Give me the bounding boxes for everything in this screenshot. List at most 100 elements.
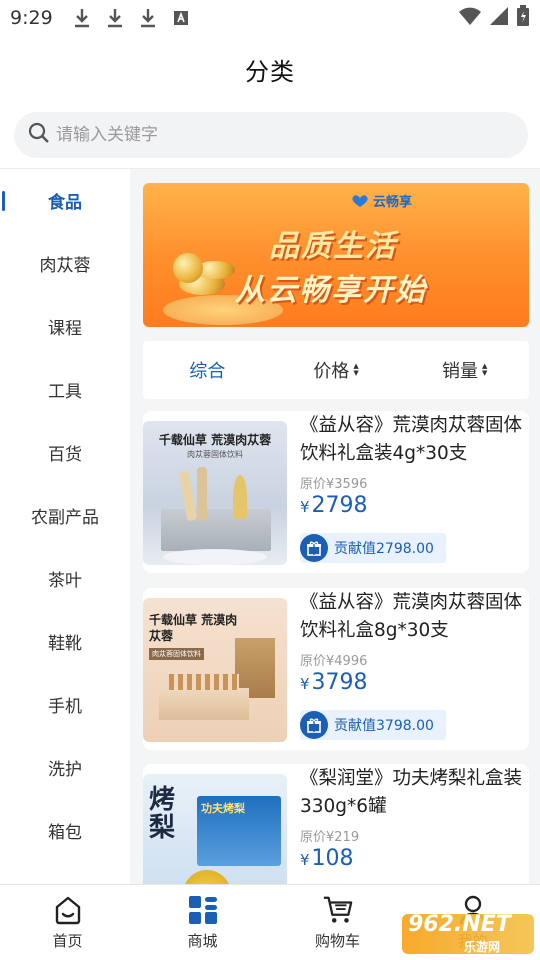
watermark-text: 962.NET: [408, 912, 511, 937]
header: 分类: [0, 36, 540, 102]
pear-can-shape: [183, 870, 231, 884]
search-icon: [28, 122, 50, 148]
image-title: 千载仙草 荒漠肉苁蓉: [149, 613, 238, 643]
nav-mall[interactable]: 商城: [135, 885, 270, 960]
sort-arrows-icon: ▲ ▼: [353, 362, 359, 377]
grid-icon: [187, 894, 219, 926]
product-price: ¥2798: [300, 493, 368, 518]
original-price: 原价¥219: [300, 830, 360, 845]
sidebar-item-general-goods[interactable]: 百货: [0, 421, 130, 484]
sidebar-item-tea[interactable]: 茶叶: [0, 547, 130, 610]
sidebar-item-label: 手机: [48, 697, 82, 717]
home-icon: [52, 894, 84, 926]
page-title: 分类: [245, 57, 295, 86]
gift-icon: [300, 534, 328, 562]
sidebar-item-shoes[interactable]: 鞋靴: [0, 610, 130, 673]
site-watermark: 962.NET 乐游网: [402, 906, 534, 956]
contribution-badge: 贡献值2798.00: [300, 533, 446, 563]
cistanche-top-shape: [233, 475, 247, 519]
category-sidebar: 食品 肉苁蓉 课程 工具 百货 农副产品 茶叶 鞋靴 手机 洗护 箱包: [0, 169, 130, 884]
contribution-value: 贡献值2798.00: [334, 541, 434, 557]
sidebar-item-care[interactable]: 洗护: [0, 736, 130, 799]
price-value: 2798: [311, 493, 368, 518]
download-icon: [137, 7, 159, 29]
sort-arrows-icon: ▲ ▼: [481, 362, 488, 377]
sidebar-item-phones[interactable]: 手机: [0, 673, 130, 736]
currency-symbol: ¥: [300, 675, 310, 693]
signal-icon: [488, 6, 510, 30]
sidebar-item-cistanche[interactable]: 肉苁蓉: [0, 232, 130, 295]
download-icon: [71, 7, 93, 29]
sidebar-item-farm-products[interactable]: 农副产品: [0, 484, 130, 547]
sidebar-item-label: 鞋靴: [48, 634, 82, 654]
image-title: 烤梨: [149, 785, 176, 843]
product-name: 《梨润堂》功夫烤梨礼盒装330g*6罐: [300, 768, 523, 817]
wifi-icon: [458, 6, 482, 30]
currency-symbol: ¥: [300, 851, 310, 869]
sidebar-item-label: 农副产品: [31, 508, 99, 528]
product-image: 千载仙草 荒漠肉苁蓉 肉苁蓉固体饮料: [143, 421, 287, 565]
sidebar-item-label: 工具: [48, 382, 82, 402]
sidebar-item-courses[interactable]: 课程: [0, 295, 130, 358]
nav-home[interactable]: 首页: [0, 885, 135, 960]
sidebar-item-label: 洗护: [48, 760, 82, 780]
search-bar[interactable]: [14, 112, 528, 158]
nav-label: 商城: [187, 932, 218, 950]
sort-comprehensive[interactable]: 综合: [143, 357, 272, 383]
original-price: 原价¥4996: [300, 654, 368, 669]
pedestal-shape: [163, 549, 267, 565]
sort-label: 价格: [313, 361, 350, 382]
sort-sales[interactable]: 销量 ▲ ▼: [400, 357, 529, 383]
price-value: 108: [311, 846, 354, 871]
nav-cart[interactable]: 购物车: [270, 885, 405, 960]
sort-bar: 综合 价格 ▲ ▼ 销量 ▲ ▼: [143, 341, 529, 399]
sidebar-item-label: 食品: [48, 193, 82, 213]
promo-banner[interactable]: 云畅享 品质生活 从云畅享开始: [143, 183, 529, 327]
cistanche-stem-shape: [197, 467, 207, 521]
product-card[interactable]: 千载仙草 荒漠肉苁蓉 肉苁蓉固体饮料 《益从容》荒漠肉苁蓉固体饮料礼盒8g*30…: [143, 588, 529, 750]
search-input[interactable]: [56, 125, 496, 145]
currency-symbol: ¥: [300, 498, 310, 516]
sachets-shape: [169, 674, 239, 690]
image-subtitle: 肉苁蓉固体饮料: [149, 648, 204, 660]
cart-icon: [322, 894, 354, 926]
contribution-badge: 贡献值3798.00: [300, 710, 446, 740]
original-price: 原价¥3596: [300, 477, 368, 492]
gift-icon: [300, 711, 328, 739]
product-price: ¥3798: [300, 670, 368, 695]
download-icon: [104, 7, 126, 29]
sidebar-item-food[interactable]: 食品: [0, 169, 130, 232]
watermark-sub: 乐游网: [464, 940, 501, 954]
sidebar-item-tools[interactable]: 工具: [0, 358, 130, 421]
sidebar-item-label: 课程: [48, 319, 82, 339]
coin-icon: [173, 253, 203, 283]
sort-label: 综合: [189, 361, 226, 382]
gift-box-shape: [161, 509, 271, 551]
sort-label: 销量: [441, 361, 478, 382]
product-card[interactable]: 千载仙草 荒漠肉苁蓉 肉苁蓉固体饮料 《益从容》荒漠肉苁蓉固体饮料礼盒装4g*3…: [143, 411, 529, 573]
sidebar-item-label: 百货: [48, 445, 82, 465]
product-content: 云畅享 品质生活 从云畅享开始 综合 价格 ▲ ▼ 销量 ▲ ▼ 千载仙草 荒漠肉苁…: [130, 169, 540, 884]
contribution-value: 贡献值3798.00: [334, 718, 434, 734]
battery-icon: [516, 5, 530, 31]
sidebar-item-label: 肉苁蓉: [39, 256, 91, 276]
sort-price[interactable]: 价格 ▲ ▼: [272, 357, 401, 383]
banner-headline: 品质生活: [269, 229, 397, 264]
nav-label: 首页: [52, 932, 83, 950]
banner-logo: 云畅享: [351, 191, 412, 210]
font-app-icon: [170, 7, 192, 29]
product-name: 《益从容》荒漠肉苁蓉固体饮料礼盒装4g*30支: [300, 415, 523, 464]
product-name: 《益从容》荒漠肉苁蓉固体饮料礼盒8g*30支: [300, 592, 523, 641]
product-image: 千载仙草 荒漠肉苁蓉 肉苁蓉固体饮料: [143, 598, 287, 742]
banner-logo-text: 云畅享: [373, 195, 413, 210]
product-card[interactable]: 烤梨 功夫烤梨 《梨润堂》功夫烤梨礼盒装330g*6罐 原价¥219 ¥108: [143, 764, 529, 884]
image-subtitle: 功夫烤梨: [201, 802, 245, 815]
sidebar-item-bags[interactable]: 箱包: [0, 799, 130, 862]
banner-subheadline: 从云畅享开始: [235, 273, 427, 308]
price-value: 3798: [311, 670, 368, 695]
sidebar-item-label: 箱包: [48, 823, 82, 843]
status-bar: 9:29: [0, 0, 540, 36]
sidebar-item-label: 茶叶: [48, 571, 82, 591]
product-image: 烤梨 功夫烤梨: [143, 774, 287, 884]
gift-box-shape: [159, 688, 249, 720]
